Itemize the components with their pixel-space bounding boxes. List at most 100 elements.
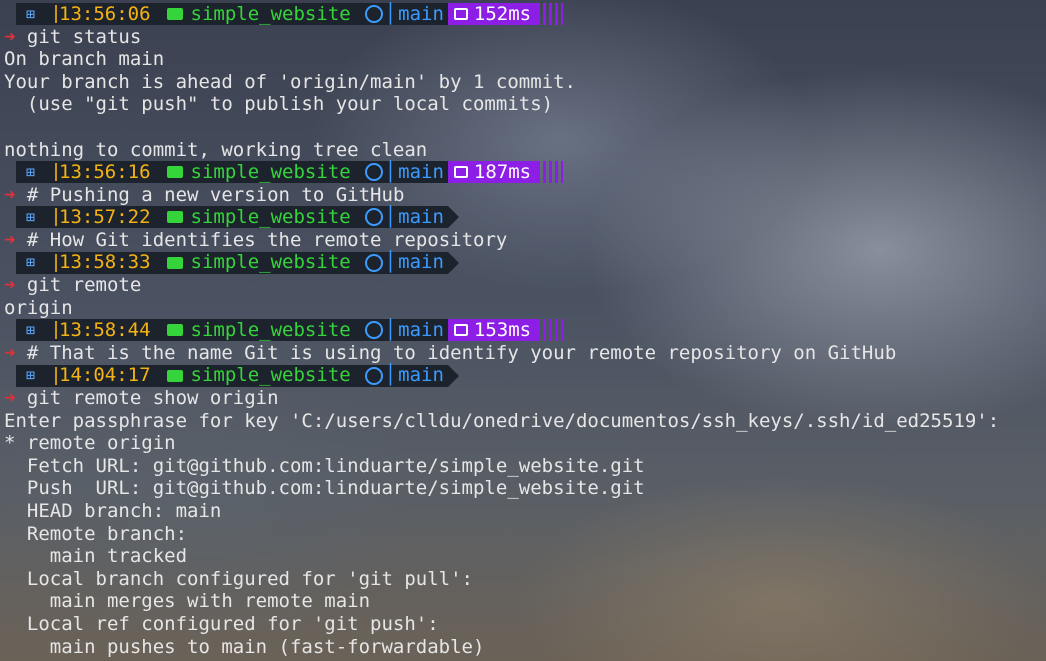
clock-icon — [55, 208, 58, 227]
command-line: ➜ # That is the name Git is using to ide… — [0, 342, 1046, 365]
github-icon — [364, 366, 383, 385]
prompt-directory: simple_website — [154, 364, 355, 387]
windows-icon: ⊞ — [16, 3, 48, 25]
output-line: * remote origin — [0, 432, 1046, 455]
clock-icon — [55, 5, 58, 23]
windows-icon: ⊞ — [16, 251, 48, 274]
prompt-time: 13:58:33 — [47, 251, 155, 274]
branch-icon: │ — [384, 319, 397, 342]
branch-icon: │ — [384, 2, 397, 25]
command-text: # Pushing a new version to GitHub — [26, 183, 405, 206]
folder-icon — [166, 211, 183, 224]
prompt-end-cap — [447, 206, 459, 229]
duration-fade — [537, 161, 564, 184]
prompt-bar: ⊞ 14:04:17 simple_website │ main — [16, 364, 1046, 387]
output-line: main merges with remote main — [0, 590, 1046, 613]
prompt-arrow-icon: ➜ — [4, 25, 27, 48]
github-icon — [364, 253, 383, 272]
output-line: Local ref configured for 'git push': — [0, 613, 1046, 636]
branch-icon: │ — [384, 251, 397, 274]
command-line: ➜ git status — [0, 26, 1046, 49]
windows-icon: ⊞ — [16, 319, 48, 342]
clock-icon — [55, 321, 58, 340]
prompt-line: ⊞ 13:56:16 simple_website │ main 187ms — [0, 161, 1046, 184]
folder-icon — [166, 166, 183, 179]
prompt-git: │ main — [354, 251, 448, 274]
branch-icon: │ — [384, 364, 397, 387]
output-text: HEAD branch: main — [4, 500, 222, 523]
prompt-time: 13:56:06 — [47, 3, 155, 25]
prompt-time: 13:57:22 — [47, 206, 155, 229]
output-text: Your branch is ahead of 'origin/main' by… — [4, 70, 576, 93]
output-line: (use "git push" to publish your local co… — [0, 93, 1046, 116]
prompt-directory: simple_website — [154, 3, 355, 25]
command-text: git remote show origin — [26, 387, 279, 410]
output-text: main merges with remote main — [4, 590, 371, 613]
clock-icon — [55, 163, 58, 182]
branch-icon: │ — [384, 160, 397, 183]
stopwatch-icon — [453, 166, 468, 179]
output-line: HEAD branch: main — [0, 500, 1046, 523]
folder-icon — [166, 256, 183, 269]
folder-icon — [166, 8, 183, 20]
command: ➜ git status — [0, 26, 141, 48]
prompt-directory: simple_website — [154, 319, 355, 342]
prompt-time: 13:58:44 — [47, 319, 155, 342]
prompt-duration: 152ms — [447, 2, 538, 25]
output-line: Enter passphrase for key 'C:/users/clldu… — [0, 410, 1046, 433]
windows-icon: ⊞ — [16, 161, 48, 184]
prompt-time-text: 14:04:17 — [59, 364, 151, 387]
output-line: main pushes to main (fast-forwardable) — [0, 636, 1046, 659]
terminal-output[interactable]: ⊞ 13:56:06 simple_website │ main 152ms ➜ git s… — [0, 3, 1046, 658]
prompt-bar: ⊞ 13:56:06 simple_website │ main 152ms — [16, 3, 1046, 25]
directory-name: simple_website — [190, 206, 351, 229]
prompt-duration: 153ms — [447, 319, 538, 342]
prompt-arrow-icon: ➜ — [4, 228, 27, 251]
clock-icon — [55, 253, 58, 272]
branch-name: main — [398, 251, 444, 274]
output-line: Local branch configured for 'git pull': — [0, 568, 1046, 591]
prompt-time-text: 13:56:16 — [59, 160, 151, 183]
output-line: Push URL: git@github.com:linduarte/simpl… — [0, 477, 1046, 500]
prompt-git: │ main — [354, 319, 448, 342]
output-text: origin — [4, 296, 73, 319]
github-icon — [364, 5, 383, 23]
output-text: Local branch configured for 'git pull': — [4, 567, 473, 590]
command-text: # How Git identifies the remote reposito… — [26, 228, 508, 251]
prompt-arrow-icon: ➜ — [4, 387, 27, 410]
command-line: ➜ git remote — [0, 274, 1046, 297]
output-line: On branch main — [0, 48, 1046, 71]
output-text: main tracked — [4, 545, 188, 568]
duration-text: 152ms — [473, 2, 532, 25]
prompt-time-text: 13:58:44 — [59, 319, 151, 342]
prompt-time-text: 13:58:33 — [59, 251, 151, 274]
prompt-line: ⊞ 13:58:44 simple_website │ main 153ms — [0, 319, 1046, 342]
command-text: # That is the name Git is using to ident… — [26, 341, 897, 364]
output-text: Push URL: git@github.com:linduarte/simpl… — [4, 477, 645, 500]
command-text: git remote — [26, 274, 142, 297]
duration-text: 153ms — [473, 319, 532, 342]
prompt-directory: simple_website — [154, 206, 355, 229]
duration-text: 187ms — [473, 160, 532, 183]
prompt-git: │ main — [354, 2, 448, 25]
prompt-bar: ⊞ 13:57:22 simple_website │ main — [16, 206, 1046, 229]
prompt-time: 13:56:16 — [47, 160, 155, 184]
output-line — [0, 116, 1046, 139]
output-line: Your branch is ahead of 'origin/main' by… — [0, 71, 1046, 94]
branch-icon: │ — [384, 206, 397, 229]
branch-name: main — [398, 160, 444, 183]
directory-name: simple_website — [190, 160, 351, 183]
prompt-line: ⊞ 14:04:17 simple_website │ main — [0, 364, 1046, 388]
command: ➜ # How Git identifies the remote reposi… — [0, 229, 507, 251]
prompt-time: 14:04:17 — [47, 364, 155, 387]
folder-icon — [166, 369, 183, 382]
prompt-duration: 187ms — [447, 160, 538, 184]
output-text: Enter passphrase for key 'C:/users/clldu… — [4, 409, 1000, 432]
prompt-bar: ⊞ 13:58:33 simple_website │ main — [16, 251, 1046, 274]
command-line: ➜ # How Git identifies the remote reposi… — [0, 229, 1046, 252]
prompt-arrow-icon: ➜ — [4, 183, 27, 206]
prompt-git: │ main — [354, 206, 448, 229]
prompt-directory: simple_website — [154, 160, 355, 184]
prompt-directory: simple_website — [154, 251, 355, 274]
output-text: * remote origin — [4, 432, 176, 455]
